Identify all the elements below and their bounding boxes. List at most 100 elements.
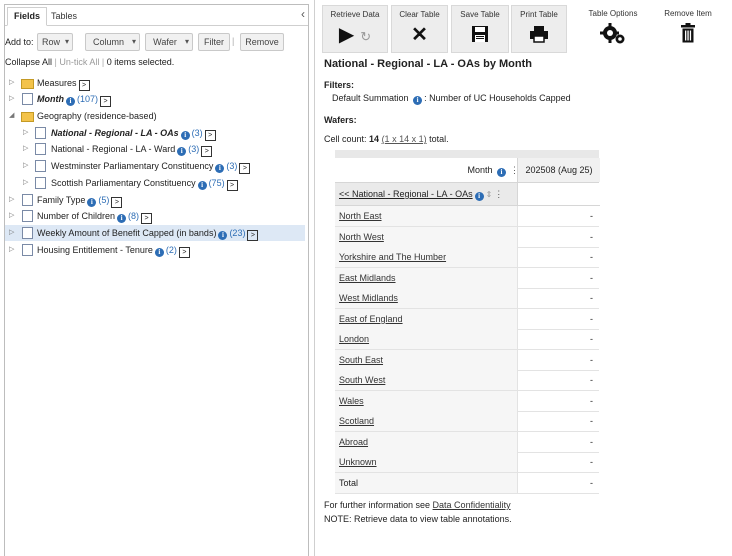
- column-header-cell[interactable]: 202508 (Aug 25): [517, 158, 600, 182]
- expand-icon[interactable]: ▷: [9, 242, 14, 258]
- row-label[interactable]: North East: [335, 206, 517, 226]
- tree-item-weekly-amount[interactable]: ▷ Weekly Amount of Benefit Capped (in ba…: [5, 225, 305, 241]
- expand-icon[interactable]: ▷: [9, 91, 14, 107]
- clear-x-icon: ✕: [411, 24, 428, 46]
- tree-item-children[interactable]: ▷ Number of Children i (8) >: [5, 208, 305, 224]
- row-label[interactable]: Unknown: [335, 452, 517, 472]
- row-value: -: [517, 350, 593, 370]
- add-filter-button[interactable]: Filter: [198, 33, 230, 51]
- expand-icon[interactable]: ▷: [23, 175, 28, 191]
- row-value: -: [517, 370, 593, 390]
- info-icon[interactable]: i: [474, 192, 484, 201]
- expand-icon[interactable]: ▷: [23, 141, 28, 157]
- sort-icon[interactable]: ⇕: [486, 190, 493, 199]
- row-label[interactable]: East Midlands: [335, 268, 517, 288]
- info-icon[interactable]: i: [197, 181, 207, 190]
- save-table-button[interactable]: Save Table: [451, 5, 509, 53]
- add-arrow-icon[interactable]: >: [141, 213, 153, 224]
- table-row: East of England -: [335, 309, 599, 330]
- tree-item-housing[interactable]: ▷ Housing Entitlement - Tenure i (2) >: [5, 242, 305, 258]
- tab-tables[interactable]: Tables: [45, 8, 83, 25]
- retrieve-data-button[interactable]: Retrieve Data ▶ ↻: [322, 5, 388, 53]
- chevron-down-icon: ▾: [64, 37, 69, 46]
- expand-icon[interactable]: ▷: [23, 125, 28, 141]
- info-icon[interactable]: i: [218, 231, 228, 240]
- row-label[interactable]: East of England: [335, 309, 517, 329]
- add-column-button[interactable]: Column ▾: [85, 33, 140, 51]
- table-options-button[interactable]: Table Options: [580, 5, 646, 51]
- row-label[interactable]: London: [335, 329, 517, 349]
- refresh-icon: ↻: [360, 29, 372, 44]
- tree-item-westminster[interactable]: ▷ Westminster Parliamentary Constituency…: [5, 158, 305, 174]
- tree-item-ward[interactable]: ▷ National - Regional - LA - Ward i (3) >: [5, 141, 305, 157]
- collapse-panel-icon[interactable]: ‹: [301, 7, 305, 21]
- collapse-all-link[interactable]: Collapse All: [5, 57, 52, 67]
- row-label[interactable]: South East: [335, 350, 517, 370]
- field-icon: [22, 244, 33, 256]
- add-arrow-icon[interactable]: >: [111, 197, 123, 208]
- info-icon[interactable]: i: [154, 248, 164, 257]
- row-value: -: [517, 411, 593, 431]
- expand-icon[interactable]: ▷: [9, 208, 14, 224]
- add-arrow-icon[interactable]: >: [78, 80, 90, 91]
- month-dimension[interactable]: Month i ⋮: [467, 165, 519, 177]
- panel-tabs: Fields Tables ‹: [5, 5, 308, 26]
- info-icon[interactable]: i: [497, 168, 506, 177]
- add-arrow-icon[interactable]: >: [201, 146, 213, 157]
- add-wafer-button[interactable]: Wafer ▾: [145, 33, 193, 51]
- table-row: North West -: [335, 227, 599, 248]
- expand-icon[interactable]: ▷: [23, 158, 28, 174]
- cell-dims-link[interactable]: (1 x 14 x 1): [382, 134, 427, 144]
- remove-button[interactable]: Remove: [240, 33, 284, 51]
- chevron-down-icon: ▾: [184, 37, 189, 46]
- row-dimension-header[interactable]: << National - Regional - LA - OAs i ⇕ ⋮: [335, 183, 517, 206]
- tree-item-scottish[interactable]: ▷ Scottish Parliamentary Constituency i (7…: [5, 175, 305, 191]
- tree-item-label: National - Regional - LA - OAs: [51, 128, 179, 138]
- row-label[interactable]: South West: [335, 370, 517, 390]
- remove-item-button[interactable]: Remove Item: [656, 5, 720, 51]
- add-row-button[interactable]: Row ▾: [37, 33, 73, 51]
- tree-item-geography[interactable]: ◢ Geography (residence-based): [5, 108, 305, 124]
- add-arrow-icon[interactable]: >: [226, 180, 238, 191]
- tree-item-measures[interactable]: ▷ Measures >: [5, 75, 305, 91]
- clear-table-button[interactable]: Clear Table ✕: [391, 5, 448, 53]
- selection-bar: Collapse All | Un-tick All | 0 items sel…: [5, 57, 175, 67]
- info-icon[interactable]: i: [66, 97, 75, 106]
- kebab-menu-icon[interactable]: ⋮: [494, 189, 503, 199]
- tab-fields[interactable]: Fields: [7, 7, 48, 26]
- row-label[interactable]: Yorkshire and The Humber: [335, 247, 517, 267]
- add-arrow-icon[interactable]: >: [100, 96, 112, 107]
- table-row: West Midlands -: [335, 288, 599, 309]
- tree-item-oas[interactable]: ▷ National - Regional - LA - OAs i (3) >: [5, 125, 305, 141]
- item-count: (3): [226, 161, 238, 171]
- tree-item-family-type[interactable]: ▷ Family Type i (5) >: [5, 192, 305, 208]
- add-arrow-icon[interactable]: >: [178, 247, 190, 258]
- row-label[interactable]: West Midlands: [335, 288, 517, 308]
- info-icon[interactable]: i: [177, 147, 187, 156]
- info-icon[interactable]: i: [117, 214, 127, 223]
- row-value: -: [517, 452, 593, 472]
- expand-icon[interactable]: ▷: [9, 192, 14, 208]
- info-icon[interactable]: i: [413, 96, 423, 105]
- printer-icon: [512, 24, 566, 49]
- tree-item-month[interactable]: ▷ Month i (107) >: [5, 91, 305, 107]
- print-table-button[interactable]: Print Table: [511, 5, 567, 53]
- expand-icon[interactable]: ▷: [9, 75, 14, 91]
- item-count: (8): [128, 211, 140, 221]
- info-icon[interactable]: i: [215, 164, 225, 173]
- filters-label: Filters:: [324, 80, 355, 90]
- row-label[interactable]: Wales: [335, 391, 517, 411]
- add-arrow-icon[interactable]: >: [247, 230, 259, 241]
- row-label[interactable]: Abroad: [335, 432, 517, 452]
- info-icon[interactable]: i: [180, 131, 190, 140]
- info-icon[interactable]: i: [87, 198, 97, 207]
- row-dimension-label[interactable]: << National - Regional - LA - OAs: [339, 189, 473, 199]
- add-arrow-icon[interactable]: >: [204, 130, 216, 141]
- add-to-label: Add to:: [5, 37, 34, 47]
- expand-icon[interactable]: ▷: [9, 225, 14, 241]
- add-arrow-icon[interactable]: >: [239, 163, 251, 174]
- row-label[interactable]: Scotland: [335, 411, 517, 431]
- row-label[interactable]: North West: [335, 227, 517, 247]
- table-row: Wales -: [335, 391, 599, 412]
- collapse-icon[interactable]: ◢: [9, 108, 14, 124]
